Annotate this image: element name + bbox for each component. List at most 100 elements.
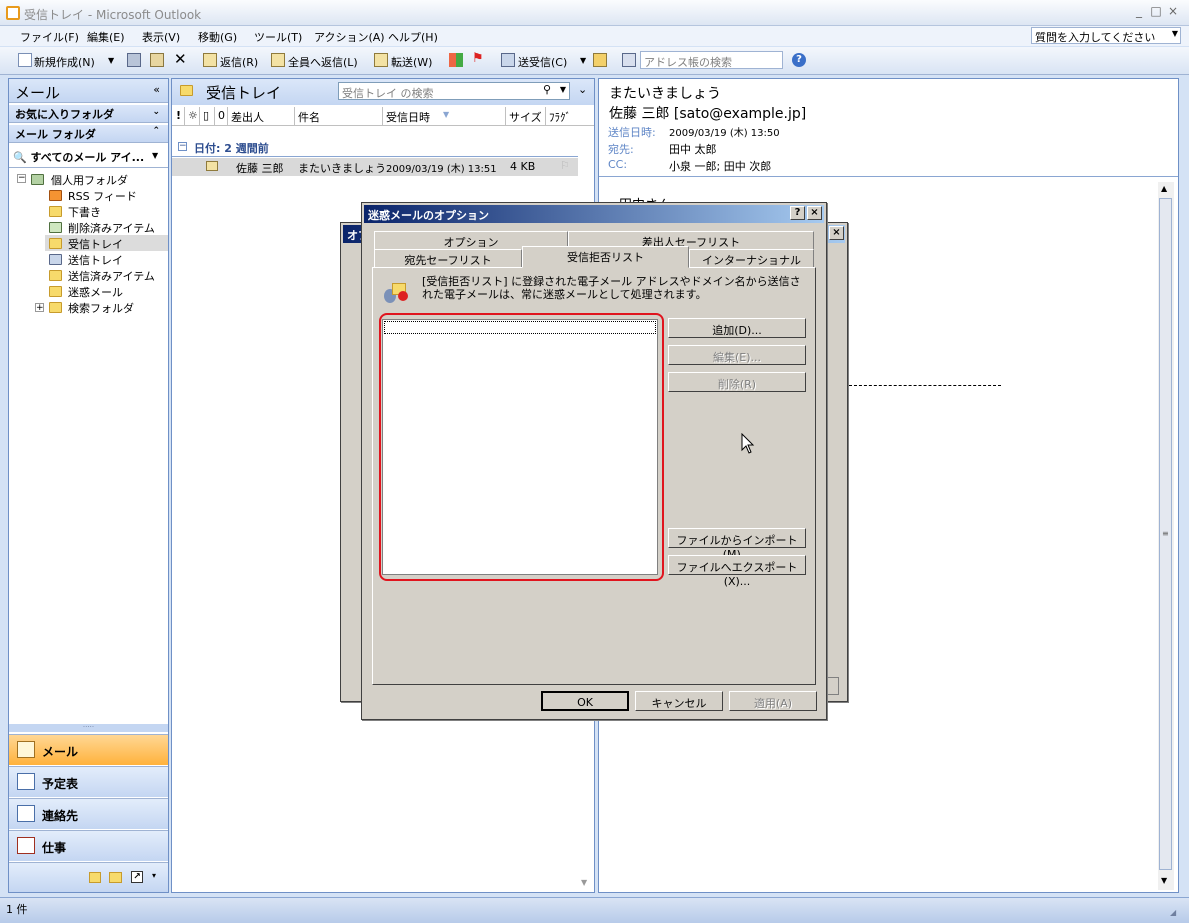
folder-drafts[interactable]: 下書き <box>68 204 101 220</box>
folder-outbox[interactable]: 送信トレイ <box>68 252 123 268</box>
inbox-search-input[interactable]: 受信トレイ の検索 ⚲ ▼ <box>338 82 570 100</box>
to-value[interactable]: 田中 太郎 <box>669 141 717 157</box>
tab-international[interactable]: インターナショナル <box>689 249 814 267</box>
expand-favorites-icon[interactable]: ⌄ <box>152 107 160 117</box>
options-dialog-close-icon[interactable]: × <box>829 226 844 240</box>
add-button[interactable]: 追加(D)... <box>668 318 806 338</box>
scroll-up-icon[interactable]: ▲ <box>1161 184 1167 193</box>
resize-grip-icon[interactable]: ◢ <box>1170 908 1176 917</box>
outbox-icon <box>49 254 62 265</box>
folder-inbox[interactable]: 受信トレイ <box>68 236 123 252</box>
chevron-down-icon[interactable]: ▼ <box>1172 29 1178 38</box>
close-button[interactable]: × <box>1165 4 1181 18</box>
all-mail-dropdown-icon[interactable]: ▼ <box>152 151 158 160</box>
delete-icon[interactable]: ✕ <box>174 50 187 68</box>
import-from-file-button[interactable]: ファイルからインポート(M)... <box>668 528 806 561</box>
collapse-mail-folders-icon[interactable]: ⌃ <box>152 126 160 136</box>
favorites-header[interactable]: お気に入りフォルダ ⌄ <box>9 105 168 123</box>
menu-go[interactable]: 移動(G) <box>198 29 237 45</box>
print-icon[interactable] <box>127 53 141 67</box>
reply-all-button[interactable]: 全員へ返信(L) <box>288 54 358 70</box>
minimize-button[interactable]: _ <box>1131 4 1147 18</box>
notes-icon[interactable] <box>89 872 101 883</box>
flag-column[interactable]: ﾌﾗｸﾞ <box>546 107 576 125</box>
folder-personal[interactable]: 個人用フォルダ <box>51 172 128 188</box>
maximize-button[interactable]: □ <box>1148 4 1164 18</box>
configure-buttons-icon[interactable]: ▾ <box>152 871 156 880</box>
collapse-group-icon[interactable]: − <box>178 142 187 151</box>
edit-button[interactable]: 編集(E)... <box>668 345 806 365</box>
dialog-help-button[interactable]: ? <box>790 206 805 220</box>
received-column[interactable]: 受信日時 ▼ <box>383 107 506 125</box>
reading-pane-scrollbar[interactable]: ▲ ≡ ▼ <box>1158 182 1174 890</box>
reminder-column-icon[interactable]: ☼ <box>185 107 200 125</box>
importance-column[interactable]: ! <box>173 107 185 125</box>
help-icon[interactable]: ? <box>792 53 806 67</box>
message-from[interactable]: 佐藤 三郎 [sato@example.jp] <box>609 103 806 123</box>
ok-button[interactable]: OK <box>541 691 629 711</box>
icon-column-icon[interactable]: ▯ <box>200 107 215 125</box>
group-header[interactable]: 日付: 2 週間前 <box>194 140 269 156</box>
scroll-down-arrow-icon[interactable]: ▼ <box>1161 876 1167 885</box>
attachment-column-icon[interactable]: 0 <box>215 107 228 125</box>
apply-button[interactable]: 適用(A) <box>729 691 817 711</box>
nav-button-calendar[interactable]: 予定表 <box>9 766 168 797</box>
nav-button-contacts[interactable]: 連絡先 <box>9 798 168 829</box>
send-receive-button[interactable]: 送受信(C) <box>518 54 567 70</box>
shortcuts-icon[interactable]: ↗ <box>131 871 143 883</box>
address-book-icon[interactable] <box>622 53 636 67</box>
group-divider <box>172 156 578 157</box>
export-to-file-button[interactable]: ファイルへエクスポート(X)... <box>668 555 806 588</box>
new-button[interactable]: 新規作成(N) <box>34 54 95 70</box>
folder-junk[interactable]: 迷惑メール <box>68 284 123 300</box>
address-book-search-input[interactable]: アドレス帳の検索 <box>640 51 783 69</box>
folder-search[interactable]: 検索フォルダ <box>68 300 134 316</box>
folder-rss[interactable]: RSS フィード <box>68 188 137 204</box>
reply-button[interactable]: 返信(R) <box>220 54 258 70</box>
subject-column[interactable]: 件名 <box>295 107 383 125</box>
search-icon[interactable]: ⚲ <box>543 83 551 96</box>
find-icon[interactable] <box>593 53 607 67</box>
folder-list-icon[interactable] <box>109 872 122 883</box>
new-dropdown-icon[interactable]: ▼ <box>108 56 114 65</box>
help-question-input[interactable]: 質問を入力してください ▼ <box>1031 27 1181 44</box>
search-options-dropdown-icon[interactable]: ▼ <box>560 85 566 94</box>
menu-view[interactable]: 表示(V) <box>142 29 180 45</box>
menu-file[interactable]: ファイル(F) <box>20 29 79 45</box>
expand-query-icon[interactable]: ⌄ <box>578 83 587 96</box>
flag-status-icon[interactable]: ⚐ <box>560 159 570 172</box>
tab-blocked-senders[interactable]: 受信拒否リスト <box>522 246 689 268</box>
from-column[interactable]: 差出人 <box>228 107 295 125</box>
folder-sent[interactable]: 送信済みアイテム <box>68 268 155 284</box>
address-search-placeholder: アドレス帳の検索 <box>644 56 732 69</box>
collapse-pane-icon[interactable]: « <box>153 83 160 96</box>
cc-value[interactable]: 小泉 一郎; 田中 次郎 <box>669 158 771 174</box>
collapse-tree-icon[interactable]: − <box>17 174 26 183</box>
pane-splitter[interactable]: ····· <box>9 724 168 732</box>
move-to-folder-icon[interactable] <box>150 53 164 67</box>
nav-button-mail[interactable]: メール <box>9 734 168 765</box>
menu-help[interactable]: ヘルプ(H) <box>388 29 438 45</box>
expand-search-folders-icon[interactable]: + <box>35 303 44 313</box>
scroll-down-icon[interactable]: ▼ <box>581 878 587 887</box>
dialog-close-button[interactable]: × <box>807 206 822 220</box>
folder-deleted[interactable]: 削除済みアイテム <box>68 220 155 236</box>
menu-actions[interactable]: アクション(A) <box>314 29 385 45</box>
size-column[interactable]: サイズ <box>506 107 546 125</box>
nav-button-tasks[interactable]: 仕事 <box>9 830 168 861</box>
cancel-button[interactable]: キャンセル <box>635 691 723 711</box>
mail-folders-header[interactable]: メール フォルダ ⌃ <box>9 125 168 143</box>
menu-edit[interactable]: 編集(E) <box>87 29 125 45</box>
send-receive-dropdown-icon[interactable]: ▼ <box>580 56 586 65</box>
flag-icon[interactable]: ⚑ <box>472 51 484 66</box>
forward-button[interactable]: 転送(W) <box>391 54 432 70</box>
remove-button[interactable]: 削除(R) <box>668 372 806 392</box>
table-row[interactable]: 佐藤 三郎 またいきましょう 2009/03/19 (木) 13:51 4 KB… <box>172 158 578 176</box>
nav-title: メール <box>15 84 61 102</box>
menu-tools[interactable]: ツール(T) <box>254 29 302 45</box>
scroll-thumb[interactable]: ≡ <box>1159 198 1172 870</box>
tab-safe-recipients[interactable]: 宛先セーフリスト <box>374 249 522 267</box>
description-line-2: れた電子メールは、常に迷惑メールとして処理されます。 <box>422 288 707 301</box>
categorize-icon[interactable] <box>449 53 463 67</box>
all-mail-items-selector[interactable]: 🔍 すべてのメール アイ... <box>13 149 144 165</box>
